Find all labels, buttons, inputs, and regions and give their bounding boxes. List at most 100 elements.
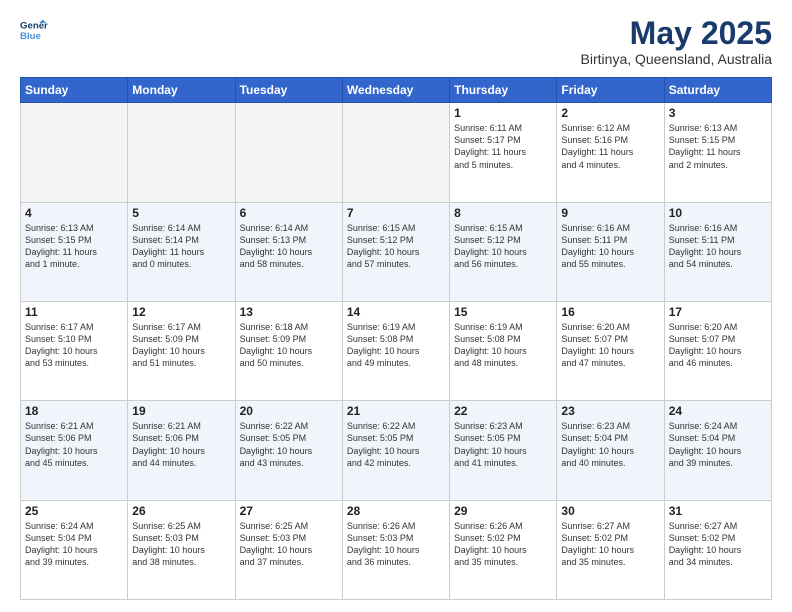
calendar-page: General Blue May 2025 Birtinya, Queensla… [0, 0, 792, 612]
day-number: 23 [561, 404, 659, 418]
calendar-cell: 15 Sunrise: 6:19 AM Sunset: 5:08 PM Dayli… [450, 301, 557, 400]
calendar-week-row: 11 Sunrise: 6:17 AM Sunset: 5:10 PM Dayli… [21, 301, 772, 400]
calendar-cell [342, 103, 449, 202]
day-info: Sunrise: 6:20 AM Sunset: 5:07 PM Dayligh… [669, 321, 767, 370]
day-info: Sunrise: 6:14 AM Sunset: 5:14 PM Dayligh… [132, 222, 230, 271]
day-number: 19 [132, 404, 230, 418]
calendar-cell [21, 103, 128, 202]
day-number: 29 [454, 504, 552, 518]
day-info: Sunrise: 6:21 AM Sunset: 5:06 PM Dayligh… [132, 420, 230, 469]
weekday-header: Sunday [21, 78, 128, 103]
day-number: 28 [347, 504, 445, 518]
day-info: Sunrise: 6:27 AM Sunset: 5:02 PM Dayligh… [561, 520, 659, 569]
weekday-header: Saturday [664, 78, 771, 103]
calendar-cell: 29 Sunrise: 6:26 AM Sunset: 5:02 PM Dayli… [450, 500, 557, 599]
day-number: 5 [132, 206, 230, 220]
day-info: Sunrise: 6:17 AM Sunset: 5:09 PM Dayligh… [132, 321, 230, 370]
logo: General Blue [20, 16, 48, 44]
calendar-cell: 2 Sunrise: 6:12 AM Sunset: 5:16 PM Daylig… [557, 103, 664, 202]
day-info: Sunrise: 6:22 AM Sunset: 5:05 PM Dayligh… [347, 420, 445, 469]
day-info: Sunrise: 6:25 AM Sunset: 5:03 PM Dayligh… [132, 520, 230, 569]
day-number: 18 [25, 404, 123, 418]
calendar-cell: 20 Sunrise: 6:22 AM Sunset: 5:05 PM Dayli… [235, 401, 342, 500]
calendar-cell: 22 Sunrise: 6:23 AM Sunset: 5:05 PM Dayli… [450, 401, 557, 500]
calendar-week-row: 1 Sunrise: 6:11 AM Sunset: 5:17 PM Daylig… [21, 103, 772, 202]
day-info: Sunrise: 6:26 AM Sunset: 5:03 PM Dayligh… [347, 520, 445, 569]
day-number: 24 [669, 404, 767, 418]
calendar-cell [128, 103, 235, 202]
calendar-cell: 13 Sunrise: 6:18 AM Sunset: 5:09 PM Dayli… [235, 301, 342, 400]
calendar-week-row: 25Sunrise: 6:24 AM Sunset: 5:04 PM Dayli… [21, 500, 772, 599]
day-info: Sunrise: 6:13 AM Sunset: 5:15 PM Dayligh… [669, 122, 767, 171]
day-number: 21 [347, 404, 445, 418]
day-info: Sunrise: 6:19 AM Sunset: 5:08 PM Dayligh… [454, 321, 552, 370]
day-info: Sunrise: 6:12 AM Sunset: 5:16 PM Dayligh… [561, 122, 659, 171]
day-info: Sunrise: 6:18 AM Sunset: 5:09 PM Dayligh… [240, 321, 338, 370]
weekday-header: Wednesday [342, 78, 449, 103]
page-header: General Blue May 2025 Birtinya, Queensla… [20, 16, 772, 67]
day-info: Sunrise: 6:16 AM Sunset: 5:11 PM Dayligh… [669, 222, 767, 271]
calendar-cell: 28 Sunrise: 6:26 AM Sunset: 5:03 PM Dayli… [342, 500, 449, 599]
day-info: Sunrise: 6:16 AM Sunset: 5:11 PM Dayligh… [561, 222, 659, 271]
day-info: Sunrise: 6:27 AM Sunset: 5:02 PM Dayligh… [669, 520, 767, 569]
day-number: 30 [561, 504, 659, 518]
day-info: Sunrise: 6:13 AM Sunset: 5:15 PM Dayligh… [25, 222, 123, 271]
day-number: 17 [669, 305, 767, 319]
day-number: 13 [240, 305, 338, 319]
calendar-cell: 3 Sunrise: 6:13 AM Sunset: 5:15 PM Daylig… [664, 103, 771, 202]
day-number: 14 [347, 305, 445, 319]
calendar-cell: 19 Sunrise: 6:21 AM Sunset: 5:06 PM Dayli… [128, 401, 235, 500]
calendar-cell [235, 103, 342, 202]
calendar-cell: 16Sunrise: 6:20 AM Sunset: 5:07 PM Dayli… [557, 301, 664, 400]
day-info: Sunrise: 6:23 AM Sunset: 5:05 PM Dayligh… [454, 420, 552, 469]
calendar-cell: 21 Sunrise: 6:22 AM Sunset: 5:05 PM Dayli… [342, 401, 449, 500]
calendar-cell: 26 Sunrise: 6:25 AM Sunset: 5:03 PM Dayli… [128, 500, 235, 599]
day-number: 10 [669, 206, 767, 220]
weekday-header: Friday [557, 78, 664, 103]
calendar-cell: 12 Sunrise: 6:17 AM Sunset: 5:09 PM Dayli… [128, 301, 235, 400]
calendar-cell: 1 Sunrise: 6:11 AM Sunset: 5:17 PM Daylig… [450, 103, 557, 202]
calendar-cell: 8Sunrise: 6:15 AM Sunset: 5:12 PM Daylig… [450, 202, 557, 301]
calendar-cell: 23Sunrise: 6:23 AM Sunset: 5:04 PM Dayli… [557, 401, 664, 500]
day-info: Sunrise: 6:24 AM Sunset: 5:04 PM Dayligh… [669, 420, 767, 469]
day-info: Sunrise: 6:14 AM Sunset: 5:13 PM Dayligh… [240, 222, 338, 271]
weekday-header: Tuesday [235, 78, 342, 103]
day-info: Sunrise: 6:11 AM Sunset: 5:17 PM Dayligh… [454, 122, 552, 171]
calendar-cell: 5 Sunrise: 6:14 AM Sunset: 5:14 PM Daylig… [128, 202, 235, 301]
calendar-cell: 30 Sunrise: 6:27 AM Sunset: 5:02 PM Dayli… [557, 500, 664, 599]
day-number: 27 [240, 504, 338, 518]
day-number: 9 [561, 206, 659, 220]
calendar-cell: 31 Sunrise: 6:27 AM Sunset: 5:02 PM Dayli… [664, 500, 771, 599]
calendar-week-row: 4 Sunrise: 6:13 AM Sunset: 5:15 PM Daylig… [21, 202, 772, 301]
calendar-cell: 4 Sunrise: 6:13 AM Sunset: 5:15 PM Daylig… [21, 202, 128, 301]
day-info: Sunrise: 6:17 AM Sunset: 5:10 PM Dayligh… [25, 321, 123, 370]
day-number: 20 [240, 404, 338, 418]
day-number: 3 [669, 106, 767, 120]
day-number: 2 [561, 106, 659, 120]
weekday-header: Thursday [450, 78, 557, 103]
day-number: 1 [454, 106, 552, 120]
calendar-table: SundayMondayTuesdayWednesdayThursdayFrid… [20, 77, 772, 600]
calendar-cell: 7Sunrise: 6:15 AM Sunset: 5:12 PM Daylig… [342, 202, 449, 301]
month-title: May 2025 [581, 16, 772, 51]
day-info: Sunrise: 6:25 AM Sunset: 5:03 PM Dayligh… [240, 520, 338, 569]
day-number: 31 [669, 504, 767, 518]
calendar-header-row: SundayMondayTuesdayWednesdayThursdayFrid… [21, 78, 772, 103]
calendar-cell: 9 Sunrise: 6:16 AM Sunset: 5:11 PM Daylig… [557, 202, 664, 301]
day-number: 11 [25, 305, 123, 319]
title-block: May 2025 Birtinya, Queensland, Australia [581, 16, 772, 67]
svg-text:Blue: Blue [20, 31, 41, 42]
calendar-cell: 10 Sunrise: 6:16 AM Sunset: 5:11 PM Dayli… [664, 202, 771, 301]
day-info: Sunrise: 6:22 AM Sunset: 5:05 PM Dayligh… [240, 420, 338, 469]
day-number: 15 [454, 305, 552, 319]
day-number: 22 [454, 404, 552, 418]
calendar-cell: 17 Sunrise: 6:20 AM Sunset: 5:07 PM Dayli… [664, 301, 771, 400]
day-number: 16 [561, 305, 659, 319]
day-number: 26 [132, 504, 230, 518]
day-number: 25 [25, 504, 123, 518]
calendar-cell: 18Sunrise: 6:21 AM Sunset: 5:06 PM Dayli… [21, 401, 128, 500]
day-number: 12 [132, 305, 230, 319]
day-number: 4 [25, 206, 123, 220]
day-info: Sunrise: 6:26 AM Sunset: 5:02 PM Dayligh… [454, 520, 552, 569]
logo-icon: General Blue [20, 16, 48, 44]
